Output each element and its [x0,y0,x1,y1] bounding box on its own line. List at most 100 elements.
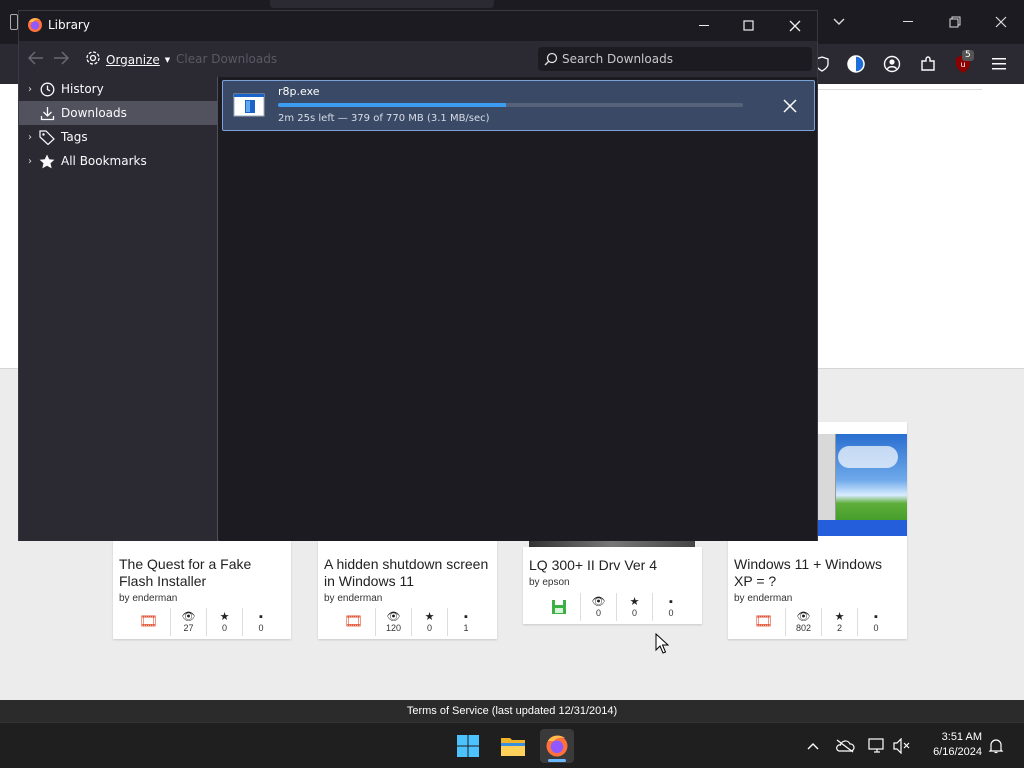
volume-muted-icon[interactable] [891,735,913,757]
restore-button[interactable] [932,8,978,36]
comments-stat: ▪ 0 [668,596,674,618]
eye-icon: 👁 [796,611,811,623]
network-icon[interactable] [866,735,888,757]
divider [818,89,982,90]
library-toolbar: Organize ▼ Clear Downloads [19,41,817,77]
dark-reader-icon[interactable] [844,52,868,76]
onedrive-offline-icon[interactable] [834,735,856,757]
card-stats: 👁 0 ★ 0 ▪ 0 [537,593,689,621]
views-stat: 👁 0 [581,593,617,621]
card-title[interactable]: Windows 11 + Windows XP = ? [734,556,904,590]
sidebar-item-downloads[interactable]: Downloads [19,101,218,125]
sidebar-item-label: Downloads [61,106,127,120]
views-stat: 👁 802 [786,608,822,636]
sidebar-item-label: Tags [61,130,88,144]
browser-tab[interactable] [270,0,494,8]
tag-icon [37,129,57,145]
star-icon: ★ [834,611,845,623]
views-stat: 👁 120 [376,608,412,636]
forward-arrow-icon[interactable] [53,50,70,69]
card-title[interactable]: A hidden shutdown screen in Windows 11 [324,556,494,590]
file-explorer-icon[interactable] [496,729,530,763]
eye-icon: 👁 [591,596,606,608]
organize-button[interactable]: Organize ▼ [85,50,170,69]
sidebar-item-history[interactable]: › History [19,77,218,101]
chevron-up-icon[interactable] [802,735,824,757]
extensions-icon[interactable] [916,52,940,76]
card-thumbnail[interactable] [529,540,695,547]
card-author[interactable]: by enderman [734,593,792,604]
active-app-indicator [548,759,566,762]
floppy-icon [537,593,581,621]
film-icon: 🎞 [127,608,171,636]
card-stats: 🎞 👁 802 ★ 2 ▪ 0 [742,608,894,636]
film-icon: 🎞 [742,608,786,636]
search-input[interactable] [562,49,806,69]
download-file-name: r8p.exe [278,85,320,98]
search-box[interactable] [538,47,812,71]
chevron-right-icon[interactable]: › [19,132,37,143]
windows-start-icon[interactable] [451,729,485,763]
executable-file-icon [233,93,265,117]
organize-label: Organize [106,52,160,67]
comment-icon: ▪ [259,611,263,623]
back-arrow-icon[interactable] [27,50,44,69]
download-progress-bar [278,103,743,107]
comment-icon: ▪ [464,611,468,623]
sidebar-item-all-bookmarks[interactable]: › All Bookmarks [19,149,218,173]
card-title[interactable]: The Quest for a Fake Flash Installer [119,556,289,590]
star-icon [37,153,57,169]
star-icon: ★ [424,611,435,623]
comment-icon: ▪ [874,611,878,623]
maximize-button[interactable] [727,13,771,39]
comments-stat: ▪ 0 [873,611,879,633]
firefox-taskbar-icon[interactable] [540,729,574,763]
minimize-button[interactable] [886,8,932,36]
minimize-button[interactable] [683,13,727,39]
stars-stat: ★ 0 [617,593,653,621]
stars-stat: ★ 0 [412,608,448,636]
card-thumbnail[interactable] [818,434,907,536]
clear-downloads-button[interactable]: Clear Downloads [176,52,277,66]
eye-icon: 👁 [181,611,196,623]
content-card[interactable]: The Quest for a Fake Flash Installer by … [113,540,291,639]
close-button[interactable] [773,13,817,39]
card-title[interactable]: LQ 300+ II Drv Ver 4 [529,557,699,574]
clock-icon [37,81,57,97]
stars-stat: ★ 2 [822,608,858,636]
comment-icon: ▪ [669,596,673,608]
notification-bell-icon[interactable] [985,735,1007,757]
star-icon: ★ [219,611,230,623]
cancel-download-button[interactable] [779,95,801,117]
chevron-right-icon[interactable]: › [19,84,37,95]
clock-time: 3:51 AM [941,731,982,743]
menu-icon[interactable] [988,52,1012,76]
film-icon: 🎞 [332,608,376,636]
content-card[interactable]: A hidden shutdown screen in Windows 11 b… [318,540,497,639]
window-title: Library [48,18,90,32]
sidebar-item-tags[interactable]: › Tags [19,125,218,149]
download-item[interactable]: r8p.exe 2m 25s left — 379 of 770 MB (3.1… [222,80,815,131]
card-author[interactable]: by epson [529,577,570,588]
chevron-right-icon[interactable]: › [19,156,37,167]
tab-list-icon[interactable] [10,14,18,30]
sidebar-item-label: All Bookmarks [61,154,147,168]
content-card[interactable]: LQ 300+ II Drv Ver 4 by epson 👁 0 ★ 0 ▪ 0 [523,547,702,624]
library-titlebar: Library [19,11,817,41]
terms-of-service-link[interactable]: Terms of Service (last updated 12/31/201… [0,700,1024,722]
clock-date: 6/16/2024 [933,746,982,758]
close-button[interactable] [978,8,1024,36]
card-author[interactable]: by enderman [324,593,382,604]
mouse-cursor-icon [655,632,670,655]
eye-icon: 👁 [386,611,401,623]
chevron-down-icon[interactable] [816,8,862,36]
card-author[interactable]: by enderman [119,593,177,604]
download-icon [37,105,57,121]
card-stats: 🎞 👁 120 ★ 0 ▪ 1 [332,608,484,636]
views-stat: 👁 27 [171,608,207,636]
comments-stat: ▪ 1 [463,611,469,633]
account-icon[interactable] [880,52,904,76]
stars-stat: ★ 0 [207,608,243,636]
system-clock[interactable]: 3:51 AM 6/16/2024 [918,730,982,760]
gear-icon [85,50,101,69]
